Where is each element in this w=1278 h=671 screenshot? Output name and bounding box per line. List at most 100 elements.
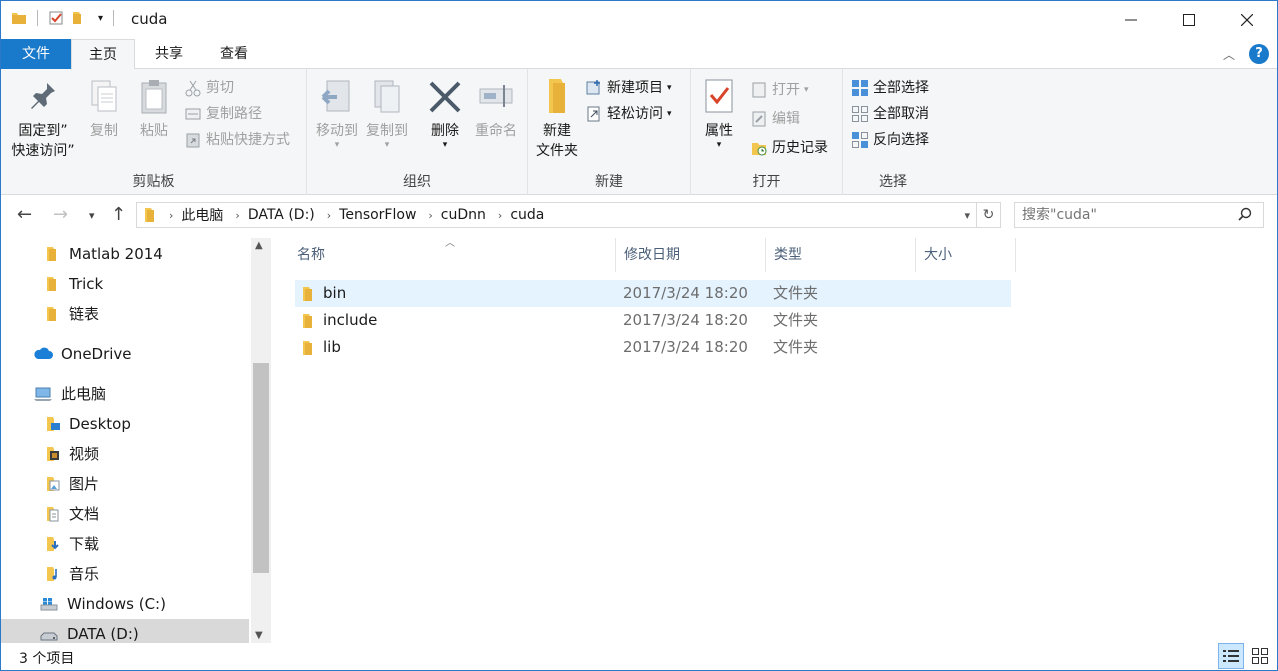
invert-selection-button[interactable]: 反向选择 bbox=[851, 128, 929, 152]
paste-button[interactable]: 粘贴 bbox=[131, 77, 177, 141]
new-item-icon bbox=[585, 79, 603, 97]
delete-x-icon bbox=[427, 77, 463, 115]
recent-locations-chevron-icon[interactable]: ▾ bbox=[89, 209, 95, 222]
scroll-up-icon[interactable]: ▲ bbox=[255, 240, 263, 251]
history-button[interactable]: 历史记录 bbox=[750, 136, 828, 160]
copy-to-icon bbox=[369, 77, 405, 115]
tree-item-this-pc[interactable]: 此电脑 bbox=[1, 379, 249, 409]
history-icon bbox=[750, 139, 768, 157]
column-header-date[interactable]: 修改日期 bbox=[616, 238, 766, 272]
edit-button[interactable]: 编辑 bbox=[750, 107, 800, 131]
new-item-button[interactable]: 新建项目 ▾ bbox=[585, 76, 672, 100]
copy-to-button[interactable]: 复制到 ▾ bbox=[363, 77, 411, 150]
tab-share[interactable]: 共享 bbox=[137, 39, 201, 69]
cut-button[interactable]: 剪切 bbox=[184, 76, 234, 100]
tab-view[interactable]: 查看 bbox=[201, 39, 267, 69]
computer-icon bbox=[33, 386, 53, 402]
column-header-type[interactable]: 类型 bbox=[766, 238, 916, 272]
tree-item-pictures[interactable]: 图片 bbox=[1, 469, 249, 499]
scroll-down-icon[interactable]: ▼ bbox=[255, 630, 263, 641]
table-row[interactable]: lib 2017/3/24 18:20 文件夹 bbox=[295, 334, 1011, 361]
new-folder-button[interactable]: 新建 文件夹 bbox=[530, 77, 584, 161]
address-bar[interactable]: › 此电脑 › DATA (D:) › TensorFlow › cuDnn ›… bbox=[136, 202, 1001, 228]
copy-button[interactable]: 复制 bbox=[81, 77, 127, 141]
address-dropdown-icon[interactable]: ▾ bbox=[964, 209, 970, 222]
folder-icon bbox=[11, 10, 27, 26]
file-list: ︿ 名称 修改日期 类型 大小 bin 2017/3/24 18:20 文件夹 … bbox=[273, 238, 1277, 643]
file-type: 文件夹 bbox=[773, 311, 819, 329]
navigation-pane: Matlab 2014 Trick 链表 OneDrive 此电脑 Deskto… bbox=[1, 238, 273, 649]
nav-pane-scroll-thumb[interactable] bbox=[253, 363, 269, 573]
tree-item-documents[interactable]: 文档 bbox=[1, 499, 249, 529]
back-arrow-icon[interactable]: ← bbox=[17, 204, 32, 225]
tree-item-downloads[interactable]: 下载 bbox=[1, 529, 249, 559]
breadcrumb-item[interactable]: cuDnn bbox=[441, 207, 486, 223]
tree-item-trick[interactable]: Trick bbox=[1, 269, 249, 299]
search-input[interactable] bbox=[1014, 202, 1264, 228]
breadcrumb-item[interactable]: DATA (D:) bbox=[248, 207, 315, 223]
easy-access-button[interactable]: 轻松访问 ▾ bbox=[585, 102, 672, 126]
rename-button[interactable]: 重命名 bbox=[469, 77, 523, 141]
open-button[interactable]: 打开 ▾ bbox=[750, 78, 809, 102]
explorer-window: ▾ cuda 文件 主页 共享 查看 ︿ ? 固定到” 快速访问” 复制 粘贴 … bbox=[0, 0, 1278, 671]
folder-icon bbox=[301, 313, 315, 329]
open-group: 属性 ▾ 打开 ▾ 编辑 历史记录 打开 bbox=[691, 69, 843, 195]
close-button[interactable] bbox=[1218, 1, 1276, 39]
select-none-button[interactable]: 全部取消 bbox=[851, 102, 929, 126]
up-arrow-icon[interactable]: ↑ bbox=[111, 204, 126, 225]
tree-item-windows-drive[interactable]: Windows (C:) bbox=[1, 589, 249, 619]
nav-pane-scrollbar[interactable]: ▲ ▼ bbox=[251, 238, 271, 643]
desktop-folder-icon bbox=[45, 416, 61, 432]
select-all-button[interactable]: 全部选择 bbox=[851, 76, 929, 100]
column-header-size[interactable]: 大小 bbox=[916, 238, 1016, 272]
pin-quick-access-button[interactable]: 固定到” 快速访问” bbox=[9, 77, 77, 161]
cloud-icon bbox=[33, 346, 53, 362]
forward-arrow-icon[interactable]: → bbox=[53, 204, 68, 225]
pictures-folder-icon bbox=[45, 476, 61, 492]
customize-toolbar-icon[interactable]: ▾ bbox=[98, 13, 103, 24]
new-folder-quick-icon[interactable] bbox=[70, 10, 86, 26]
window-title: cuda bbox=[131, 10, 168, 28]
large-icons-view-button[interactable] bbox=[1247, 643, 1273, 669]
tree-item-onedrive[interactable]: OneDrive bbox=[1, 339, 249, 369]
breadcrumb-item[interactable]: TensorFlow bbox=[339, 207, 416, 223]
breadcrumb-item[interactable]: 此电脑 bbox=[181, 205, 223, 225]
file-type: 文件夹 bbox=[773, 284, 819, 302]
copy-path-button[interactable]: 复制路径 bbox=[184, 102, 262, 126]
table-row[interactable]: bin 2017/3/24 18:20 文件夹 bbox=[295, 280, 1011, 307]
properties-check-icon[interactable] bbox=[48, 10, 64, 26]
details-view-button[interactable] bbox=[1218, 643, 1244, 669]
refresh-icon[interactable]: ↻ bbox=[976, 203, 1000, 227]
tab-home[interactable]: 主页 bbox=[71, 39, 135, 70]
breadcrumb-item[interactable]: cuda bbox=[510, 207, 544, 223]
group-label-clipboard: 剪贴板 bbox=[132, 174, 175, 190]
breadcrumb-chevron-icon[interactable]: › bbox=[498, 209, 502, 222]
minimize-button[interactable] bbox=[1102, 1, 1160, 39]
help-icon[interactable]: ? bbox=[1249, 44, 1269, 64]
breadcrumb-chevron-icon[interactable]: › bbox=[169, 209, 173, 222]
tree-item-matlab[interactable]: Matlab 2014 bbox=[1, 239, 249, 269]
tree-item-linked-list[interactable]: 链表 bbox=[1, 299, 249, 329]
tab-file[interactable]: 文件 bbox=[1, 39, 71, 69]
pin-icon bbox=[25, 77, 61, 115]
maximize-button[interactable] bbox=[1160, 1, 1218, 39]
breadcrumb-chevron-icon[interactable]: › bbox=[235, 209, 239, 222]
properties-button[interactable]: 属性 ▾ bbox=[697, 77, 741, 150]
delete-button[interactable]: 删除 ▾ bbox=[423, 77, 467, 150]
table-row[interactable]: include 2017/3/24 18:20 文件夹 bbox=[295, 307, 1011, 334]
properties-icon bbox=[701, 77, 737, 115]
breadcrumb-chevron-icon[interactable]: › bbox=[327, 209, 331, 222]
search-icon[interactable] bbox=[1238, 207, 1252, 221]
file-date: 2017/3/24 18:20 bbox=[623, 284, 748, 302]
select-none-icon bbox=[851, 105, 869, 123]
tree-item-music[interactable]: 音乐 bbox=[1, 559, 249, 589]
paste-shortcut-button[interactable]: 粘贴快捷方式 bbox=[184, 128, 290, 152]
folder-icon bbox=[45, 246, 61, 262]
tree-item-videos[interactable]: 视频 bbox=[1, 439, 249, 469]
tree-item-desktop[interactable]: Desktop bbox=[1, 409, 249, 439]
collapse-ribbon-icon[interactable]: ︿ bbox=[1223, 46, 1235, 63]
folder-icon bbox=[45, 276, 61, 292]
move-to-button[interactable]: 移动到 ▾ bbox=[313, 77, 361, 150]
column-header-name[interactable]: 名称 bbox=[289, 238, 616, 272]
breadcrumb-chevron-icon[interactable]: › bbox=[428, 209, 432, 222]
